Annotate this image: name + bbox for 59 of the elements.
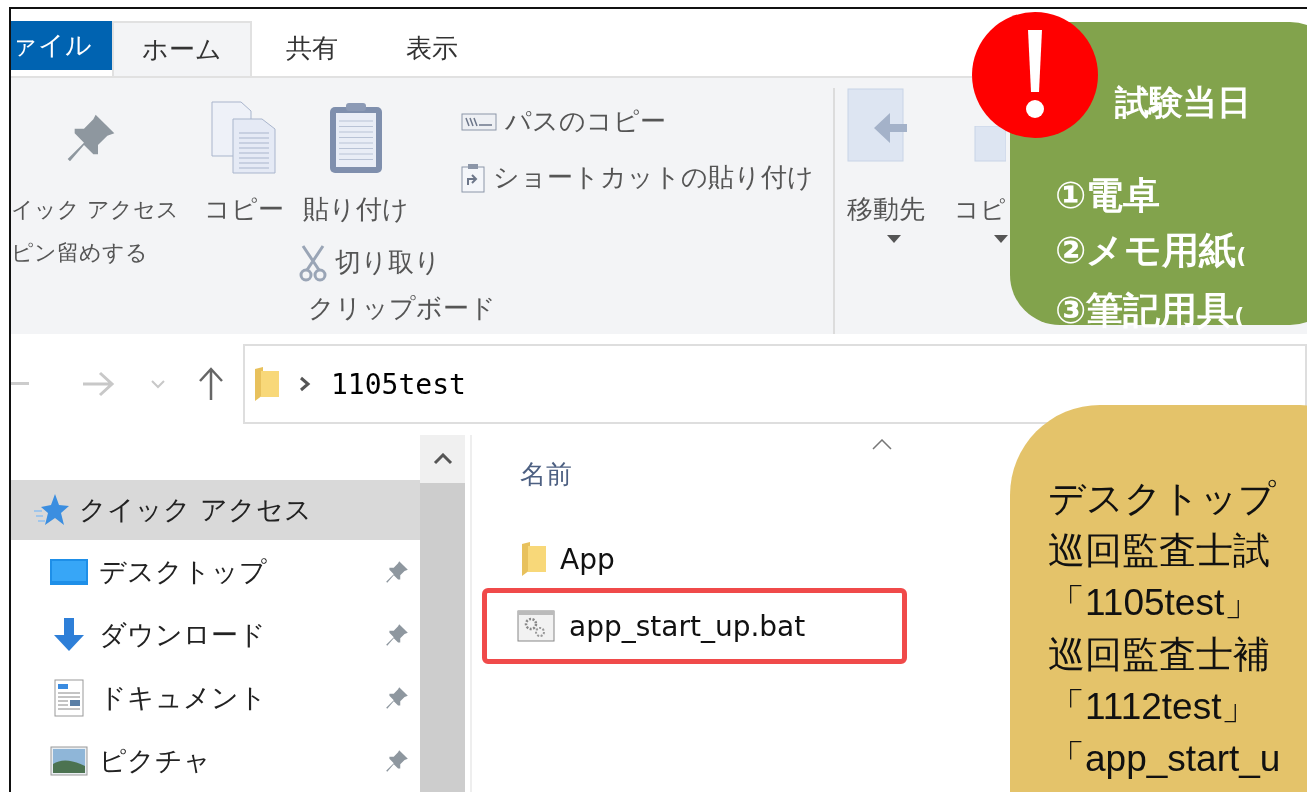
column-header[interactable]: 名前 [520,457,572,492]
dropdown-icon[interactable] [994,234,1008,243]
instruction-line: 「1105test」 [1048,581,1263,625]
copy-to-button[interactable]: コピ [954,187,1006,231]
paste-button[interactable]: 貼り付け [291,87,421,231]
dropdown-icon[interactable] [887,234,901,243]
scroll-up-button[interactable] [420,435,465,483]
nav-item[interactable]: デスクトップ [99,553,374,590]
scrollbar-thumb[interactable] [420,483,465,792]
document-icon [54,678,84,717]
nav-item[interactable]: ドキュメント [99,679,374,716]
chevron-right-icon [299,376,311,393]
shortcut-icon [461,162,485,193]
cut-button[interactable]: 切り取り [299,234,441,291]
instruction-line: 「app_start_u [1048,737,1282,781]
path-button[interactable]: パスのコピー [461,93,814,150]
folder-icon [522,542,546,576]
instruction-line: 巡回監査士補 [1048,633,1271,677]
instruction-line: 巡回監査士試 [1048,529,1271,573]
nav-item[interactable]: クイック アクセス [11,480,420,540]
up-arrow-icon[interactable] [197,367,225,402]
down-arrow-icon [52,617,86,652]
path-text: 1105test [331,367,466,401]
landscape-icon [50,745,88,776]
folder-icon [255,367,279,402]
nav-item[interactable]: ダウンロード [99,616,374,653]
pin-icon [384,558,410,585]
caret-up-icon [432,453,453,465]
ribbon-tab[interactable]: 共有 [252,21,372,76]
ribbon-tab[interactable]: ァイル [11,21,112,70]
instruction-line: 「1112test」 [1048,685,1260,729]
document-icon [974,125,1006,162]
copy-icon [210,100,277,175]
ribbon-tab[interactable]: 表示 [372,21,492,76]
instruction-line: デスクトップ [1048,477,1277,521]
notice-title: 試験当日 [1115,81,1252,124]
shortcut-button[interactable]: ショートカットの貼り付け [461,149,814,206]
notice-item: ①電卓 [1055,173,1162,219]
monitor-icon [50,558,88,585]
path-copy-icon [461,112,497,131]
scissors-icon [299,243,327,282]
star-icon [33,493,69,527]
ribbon-tab[interactable]: ホーム [112,21,252,76]
gear-window-icon [517,610,555,642]
file-name[interactable]: App [560,542,615,576]
file-name[interactable]: app_start_up.bat [569,609,806,643]
clipboard-icon [328,100,384,175]
nav-item[interactable]: ピクチャ [99,742,374,779]
notice-item: ②メモ用紙( [1055,228,1248,274]
notice-item: ③筆記用具( [1055,288,1246,334]
button-label[interactable]: イック アクセス [11,187,179,231]
pin-icon [384,621,410,648]
pin-icon [384,684,410,711]
sort-caret-icon [872,439,892,450]
group-label: クリップボード [308,291,497,325]
button-label[interactable]: ピン留めする [11,230,179,274]
copy-button[interactable]: コピー [196,87,291,291]
move-to-button[interactable]: 移動先 [847,187,925,231]
pin-icon [384,747,410,774]
